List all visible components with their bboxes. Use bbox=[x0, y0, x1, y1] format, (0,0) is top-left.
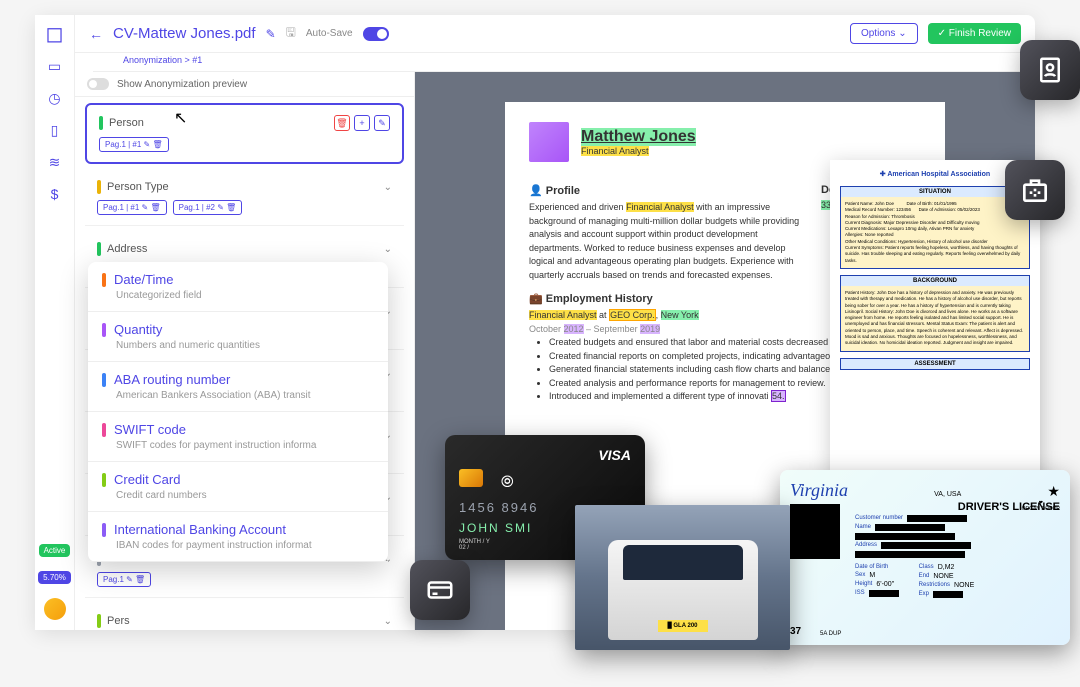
nav-clock-icon[interactable]: ◷ bbox=[46, 89, 64, 107]
car-body: █ GLA 200 bbox=[608, 540, 758, 640]
popup-color-dot bbox=[102, 323, 106, 337]
breadcrumb: Anonymization > #1 bbox=[93, 53, 1035, 72]
popup-option[interactable]: Date/Time Uncategorized field bbox=[88, 262, 388, 312]
situation-header: SITUATION bbox=[841, 187, 1029, 197]
save-icon[interactable]: 🖫 bbox=[286, 23, 296, 44]
id-badge-icon bbox=[1005, 160, 1065, 220]
background-body: Patient History: John Doe has a history … bbox=[841, 286, 1029, 351]
contactless-icon: ⦾ bbox=[501, 474, 514, 492]
entity-name: Person Type bbox=[107, 181, 169, 193]
popup-desc: IBAN codes for payment instruction infor… bbox=[116, 540, 374, 551]
user-avatar[interactable] bbox=[44, 598, 66, 620]
entity-name: Pers bbox=[107, 615, 130, 627]
popup-option[interactable]: International Banking Account IBAN codes … bbox=[88, 512, 388, 562]
popup-color-dot bbox=[102, 473, 106, 487]
delete-icon[interactable]: 🗑 bbox=[334, 115, 350, 131]
page-tag[interactable]: Pag.1 | #1 ✎ 🗑 bbox=[97, 200, 167, 215]
profile-body: Experienced and driven Financial Analyst… bbox=[529, 201, 801, 282]
background-header: BACKGROUND bbox=[841, 276, 1029, 286]
doc-name: Matthew Jones bbox=[581, 128, 696, 146]
popup-color-dot bbox=[102, 373, 106, 387]
drivers-license-overlay: Virginia VA, USA ★ DRIVER'S LICENSE Cust… bbox=[780, 470, 1070, 645]
entity-color-dot bbox=[97, 614, 101, 628]
popup-option[interactable]: ABA routing number American Bankers Assoc… bbox=[88, 362, 388, 412]
pct-badge: 5.70% bbox=[38, 571, 71, 584]
chevron-down-icon[interactable]: ⌄ bbox=[384, 182, 392, 193]
popup-option[interactable]: Quantity Numbers and numeric quantities bbox=[88, 312, 388, 362]
vehicle-photo-overlay: █ GLA 200 bbox=[575, 505, 790, 650]
popup-title-text: Quantity bbox=[114, 322, 162, 337]
active-badge: Active bbox=[39, 544, 71, 557]
license-photo-redacted bbox=[790, 504, 840, 559]
doc-title: CV-Mattew Jones.pdf bbox=[113, 25, 256, 42]
autosave-toggle[interactable] bbox=[363, 27, 389, 41]
card-chip-icon bbox=[459, 469, 483, 487]
popup-desc: Numbers and numeric quantities bbox=[116, 340, 374, 351]
preview-toggle[interactable] bbox=[87, 78, 109, 90]
edit-icon[interactable]: ✎ bbox=[266, 27, 276, 41]
entity-section[interactable]: Pers⌄Pag.1 ✎ 🗑 bbox=[85, 604, 404, 630]
entity-section[interactable]: Person 🗑+✎ Pag.1 | #1 ✎ 🗑 bbox=[85, 103, 404, 164]
popup-title-text: International Banking Account bbox=[114, 522, 286, 537]
chevron-down-icon[interactable]: ⌄ bbox=[384, 244, 392, 255]
situation-body: Patient Name: John Doe Date of Birth: 01… bbox=[841, 197, 1029, 268]
profile-heading: 👤 Profile bbox=[529, 184, 801, 197]
popup-desc: American Bankers Association (ABA) trans… bbox=[116, 390, 374, 401]
nav-briefcase-icon[interactable]: ▯ bbox=[46, 121, 64, 139]
person-card-icon bbox=[1020, 40, 1080, 100]
popup-color-dot bbox=[102, 273, 106, 287]
popup-desc: Credit card numbers bbox=[116, 490, 374, 501]
preview-label: Show Anonymization preview bbox=[117, 79, 247, 90]
payment-card-icon bbox=[410, 560, 470, 620]
popup-option[interactable]: SWIFT code SWIFT codes for payment instru… bbox=[88, 412, 388, 462]
page-tag[interactable]: Pag.1 | #2 ✎ 🗑 bbox=[173, 200, 243, 215]
popup-desc: SWIFT codes for payment instruction info… bbox=[116, 440, 374, 451]
license-usa: VA, USA bbox=[934, 491, 961, 498]
popup-option[interactable]: Credit Card Credit card numbers bbox=[88, 462, 388, 512]
back-arrow-icon[interactable]: ← bbox=[89, 26, 103, 42]
page-tag[interactable]: Pag.1 | #1 ✎ 🗑 bbox=[99, 137, 169, 152]
edit-entity-icon[interactable]: ✎ bbox=[374, 115, 390, 131]
finish-review-button[interactable]: ✓ Finish Review bbox=[928, 23, 1021, 44]
hospital-logo: ✚ American Hospital Association bbox=[840, 170, 1030, 178]
add-icon[interactable]: + bbox=[354, 115, 370, 131]
popup-color-dot bbox=[102, 523, 106, 537]
visa-logo: VISA bbox=[598, 447, 631, 463]
topbar: ← CV-Mattew Jones.pdf ✎ 🖫 Auto-Save Opti… bbox=[75, 15, 1035, 53]
entity-color-dot bbox=[99, 116, 103, 130]
popup-desc: Uncategorized field bbox=[116, 290, 374, 301]
car-rear-window bbox=[623, 545, 743, 580]
entity-name: Person bbox=[109, 117, 144, 129]
autosave-label: Auto-Save bbox=[306, 28, 353, 39]
app-logo-icon[interactable]: ◻ bbox=[46, 25, 64, 43]
popup-color-dot bbox=[102, 423, 106, 437]
license-dup: 5A DUP bbox=[820, 631, 841, 637]
license-num37: 37 bbox=[790, 626, 801, 637]
entity-name: Address bbox=[107, 243, 147, 255]
license-state: Virginia bbox=[790, 480, 848, 501]
organ-donor-badge: ❤ORGAN DONOR bbox=[1022, 500, 1060, 512]
cursor-icon: ↖ bbox=[174, 108, 187, 128]
popup-title-text: SWIFT code bbox=[114, 422, 186, 437]
doc-photo bbox=[529, 122, 569, 162]
entity-color-dot bbox=[97, 180, 101, 194]
entity-section[interactable]: Person Type ⌄ Pag.1 | #1 ✎ 🗑 Pag.1 | #2 ✎ 🗑 bbox=[85, 170, 404, 226]
sidebar-rail: ◻ ▭ ◷ ▯ ≋ $ Active 5.70% bbox=[35, 15, 75, 630]
popup-title-text: Credit Card bbox=[114, 472, 180, 487]
assessment-header: ASSESSMENT bbox=[841, 359, 1029, 369]
star-icon: ★ bbox=[1047, 483, 1060, 500]
chevron-down-icon[interactable]: ⌄ bbox=[384, 616, 392, 627]
popup-title-text: ABA routing number bbox=[114, 372, 230, 387]
popup-title-text: Date/Time bbox=[114, 272, 173, 287]
doc-role: Financial Analyst bbox=[581, 146, 649, 156]
field-type-popup: Date/Time Uncategorized field Quantity Numb… bbox=[88, 262, 388, 562]
nav-dollar-icon[interactable]: $ bbox=[46, 185, 64, 203]
nav-docs-icon[interactable]: ▭ bbox=[46, 57, 64, 75]
license-plate: █ GLA 200 bbox=[658, 620, 708, 632]
entity-color-dot bbox=[97, 242, 101, 256]
nav-layers-icon[interactable]: ≋ bbox=[46, 153, 64, 171]
options-button[interactable]: Options ⌄ bbox=[850, 23, 918, 44]
page-tag[interactable]: Pag.1 ✎ 🗑 bbox=[97, 572, 151, 587]
preview-row: Show Anonymization preview bbox=[75, 72, 414, 97]
